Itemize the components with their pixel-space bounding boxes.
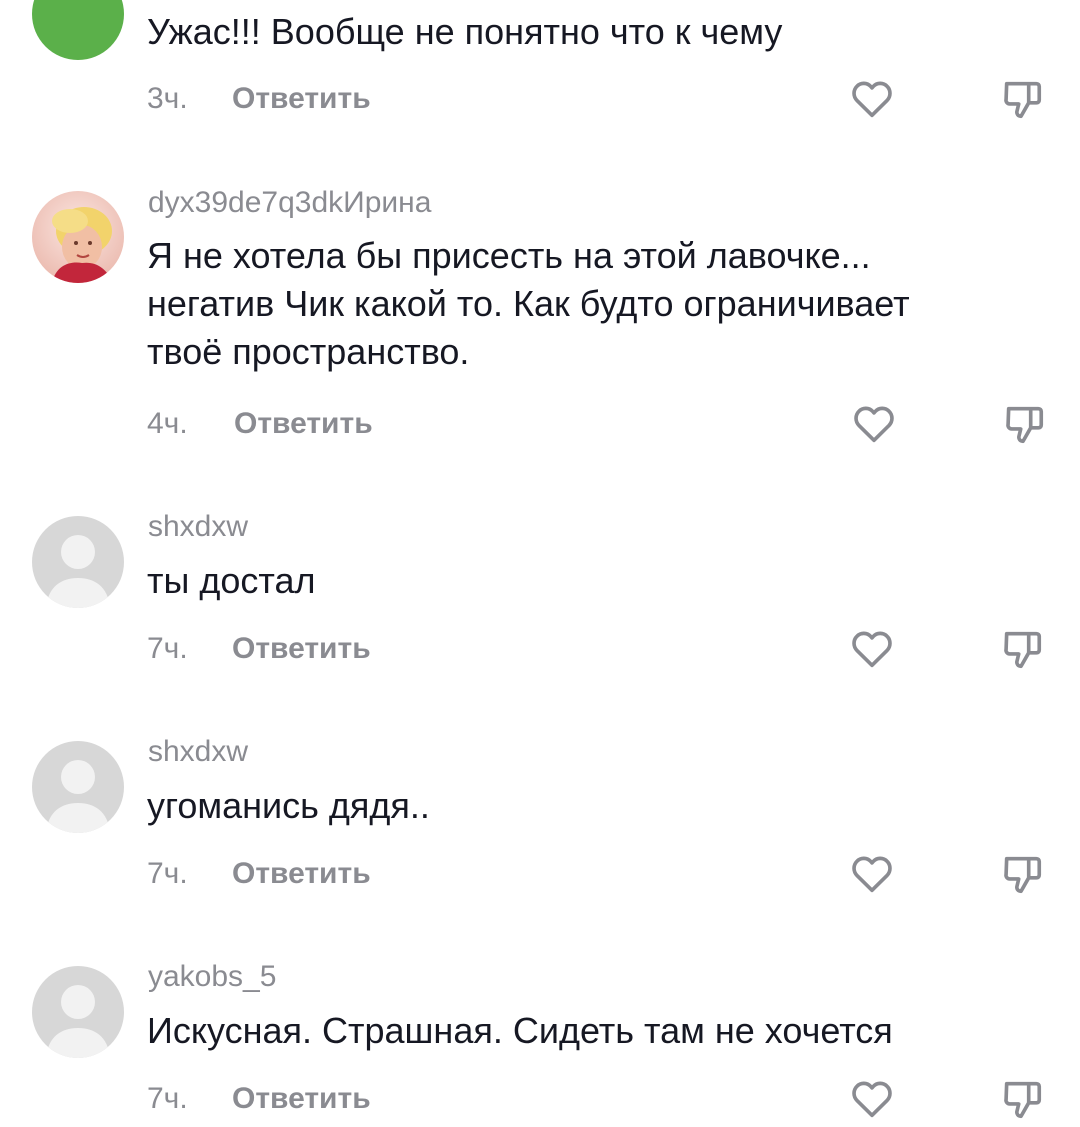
default-avatar-icon: [46, 535, 110, 608]
thumbs-down-icon[interactable]: [1001, 401, 1047, 447]
comment-username[interactable]: shxdxw: [148, 510, 248, 544]
comment-text-line: негатив Чик какой то. Как будто ограничи…: [147, 283, 910, 324]
thumbs-down-icon[interactable]: [999, 851, 1045, 897]
comment-text-line: Ужас!!! Вообще не понятно что к чему: [147, 11, 783, 52]
comment-text: угоманись дядя..: [147, 782, 430, 830]
avatar[interactable]: [32, 741, 124, 833]
comment-text-line: угоманись дядя..: [147, 785, 430, 826]
avatar[interactable]: M: [32, 0, 124, 60]
comment-username[interactable]: shxdxw: [148, 735, 248, 769]
avatar[interactable]: [32, 516, 124, 608]
comment-time: 7ч.: [147, 857, 188, 890]
comment-text: ты достал: [147, 557, 316, 605]
avatar[interactable]: [32, 966, 124, 1058]
default-avatar-icon: [46, 760, 110, 833]
comment-text: Ужас!!! Вообще не понятно что к чему: [147, 8, 782, 56]
reply-button[interactable]: Ответить: [234, 407, 373, 441]
comment-username[interactable]: yakobs_5: [148, 960, 276, 994]
thumbs-down-icon[interactable]: [999, 626, 1045, 672]
comment-text: Я не хотела бы присесть на этой лавочке.…: [147, 232, 910, 376]
comment-text-line: твоё пространство.: [147, 331, 470, 372]
comment-text: Искусная. Страшная. Сидеть там не хочетс…: [147, 1007, 893, 1055]
comment-username[interactable]: dyx39de7q3dkИрина: [148, 186, 431, 220]
heart-icon[interactable]: [851, 401, 897, 447]
heart-icon[interactable]: [849, 76, 895, 122]
heart-icon[interactable]: [849, 626, 895, 672]
thumbs-down-icon[interactable]: [999, 76, 1045, 122]
default-avatar-icon: [46, 985, 110, 1058]
comment-time: 7ч.: [147, 632, 188, 665]
avatar-letter: M: [60, 0, 97, 4]
avatar-photo-image: [32, 191, 124, 283]
heart-icon[interactable]: [849, 851, 895, 897]
avatar[interactable]: [32, 191, 124, 283]
comment-text-line: Я не хотела бы присесть на этой лавочке.…: [147, 235, 871, 276]
comment-time: 7ч.: [147, 1082, 188, 1115]
comment-text-line: Искусная. Страшная. Сидеть там не хочетс…: [147, 1010, 893, 1051]
reply-button[interactable]: Ответить: [232, 857, 371, 891]
heart-icon[interactable]: [849, 1076, 895, 1122]
comment-time: 4ч.: [147, 407, 188, 440]
reply-button[interactable]: Ответить: [232, 82, 371, 116]
thumbs-down-icon[interactable]: [999, 1076, 1045, 1122]
comment-time: 3ч.: [147, 82, 188, 115]
comment-text-line: ты достал: [147, 560, 316, 601]
reply-button[interactable]: Ответить: [232, 1082, 371, 1116]
reply-button[interactable]: Ответить: [232, 632, 371, 666]
